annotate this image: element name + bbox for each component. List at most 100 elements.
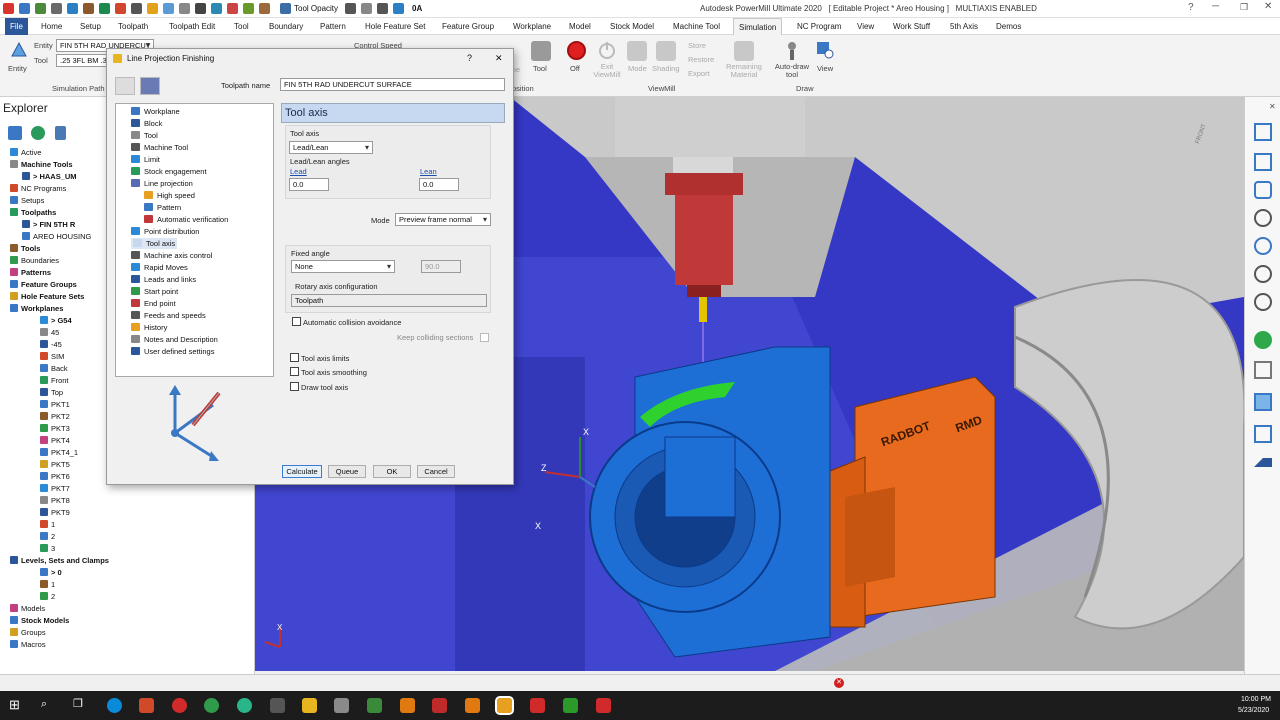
explorer-item[interactable]: Feature Groups xyxy=(10,279,77,290)
store-label[interactable]: Store xyxy=(688,41,706,50)
explorer-item[interactable]: PKT4 xyxy=(40,435,70,446)
tab-5th-axis[interactable]: 5th Axis xyxy=(945,18,983,35)
tab-pattern[interactable]: Pattern xyxy=(315,18,351,35)
explorer-item[interactable]: Patterns xyxy=(10,267,51,278)
explorer-item[interactable]: PKT6 xyxy=(40,471,70,482)
featurecam-icon[interactable] xyxy=(400,698,415,713)
tool-axis-limits-label[interactable]: Tool axis limits xyxy=(301,354,349,363)
help-icon[interactable]: ? xyxy=(1188,2,1194,13)
rotary-axis-input[interactable]: Toolpath xyxy=(291,294,487,307)
tool-button-icon[interactable] xyxy=(531,41,551,61)
exit-viewmill-label[interactable]: Exit ViewMill xyxy=(592,63,622,79)
view-label[interactable]: View xyxy=(817,64,833,73)
dialog-tree-item[interactable]: Leads and links xyxy=(131,274,196,285)
quick-access-icon[interactable] xyxy=(227,3,238,14)
folder-icon[interactable] xyxy=(302,698,317,713)
restore-label[interactable]: Restore xyxy=(688,55,714,64)
quick-access-icon[interactable] xyxy=(179,3,190,14)
quick-access-icon[interactable] xyxy=(393,3,404,14)
viewmill-off-label[interactable]: Off xyxy=(570,64,580,73)
skype-icon[interactable] xyxy=(107,698,122,713)
view-rotate-icon[interactable] xyxy=(1254,181,1272,199)
auto-draw-tool-icon[interactable] xyxy=(785,41,799,61)
explorer-item[interactable]: PKT4_1 xyxy=(40,447,78,458)
explorer-item[interactable]: Stock Models xyxy=(10,615,69,626)
draw-tool-axis-label[interactable]: Draw tool axis xyxy=(301,383,348,392)
app-icon[interactable] xyxy=(367,698,382,713)
quick-access-icon[interactable] xyxy=(115,3,126,14)
dialog-tree-item-selected[interactable]: Tool axis xyxy=(131,238,178,249)
quick-access-icon[interactable] xyxy=(211,3,222,14)
dialog-tree-item[interactable]: User defined settings xyxy=(131,346,214,357)
app-icon[interactable] xyxy=(432,698,447,713)
shade-icon[interactable] xyxy=(1254,331,1272,349)
toolpath-name-input[interactable]: FIN 5TH RAD UNDERCUT SURFACE xyxy=(280,78,505,91)
close-button[interactable]: ✕ xyxy=(1264,1,1272,12)
tool-select[interactable]: .25 3FL BM .32 xyxy=(56,54,110,67)
calculator-icon[interactable] xyxy=(270,698,285,713)
vivaldi-icon[interactable] xyxy=(172,698,187,713)
quick-access-icon[interactable] xyxy=(19,3,30,14)
explorer-item[interactable]: PKT2 xyxy=(40,411,70,422)
shading-label[interactable]: Shading xyxy=(652,64,680,73)
dialog-tree-item[interactable]: Machine axis control xyxy=(131,250,212,261)
tab-toolpath[interactable]: Toolpath xyxy=(113,18,153,35)
app-icon[interactable] xyxy=(563,698,578,713)
explorer-item[interactable]: Boundaries xyxy=(10,255,59,266)
tab-file[interactable]: File xyxy=(5,18,28,35)
powermill-icon[interactable] xyxy=(495,696,514,715)
mode-icon[interactable] xyxy=(627,41,647,61)
auto-draw-tool-label[interactable]: Auto-draw tool xyxy=(772,63,812,79)
clock-date[interactable]: 5/23/2020 xyxy=(1238,707,1269,714)
refresh-icon[interactable] xyxy=(1254,237,1272,255)
tab-setup[interactable]: Setup xyxy=(75,18,106,35)
dialog-tree-item[interactable]: Automatic verification xyxy=(144,214,228,225)
zoom-out-icon[interactable] xyxy=(1254,293,1272,311)
tab-feature-group[interactable]: Feature Group xyxy=(437,18,499,35)
ok-button[interactable]: OK xyxy=(373,465,411,478)
quick-access-icon[interactable] xyxy=(147,3,158,14)
featurecam-icon[interactable] xyxy=(465,698,480,713)
dialog-tree-item[interactable]: Point distribution xyxy=(131,226,199,237)
tab-simulation[interactable]: Simulation xyxy=(733,18,783,35)
explorer-item[interactable]: PKT1 xyxy=(40,399,70,410)
lead-input[interactable]: 0.0 xyxy=(289,178,329,191)
entity-button-label[interactable]: Entity xyxy=(8,64,27,73)
view-iso-icon[interactable] xyxy=(1254,123,1272,141)
remaining-material-icon[interactable] xyxy=(734,41,754,61)
explorer-item[interactable]: 45 xyxy=(40,327,59,338)
app-icon[interactable] xyxy=(139,698,154,713)
quick-access-icon[interactable] xyxy=(259,3,270,14)
dialog-help-button[interactable]: ? xyxy=(467,53,472,63)
lead-label[interactable]: Lead xyxy=(290,167,307,176)
explorer-item[interactable]: PKT9 xyxy=(40,507,70,518)
explorer-item[interactable]: Top xyxy=(40,387,63,398)
app-icon[interactable] xyxy=(530,698,545,713)
explorer-item[interactable]: 2 xyxy=(40,531,55,542)
tab-model[interactable]: Model xyxy=(564,18,596,35)
exit-viewmill-icon[interactable] xyxy=(597,40,617,60)
export-label[interactable]: Export xyxy=(688,69,710,78)
explorer-item[interactable]: 1 xyxy=(40,579,55,590)
restore-button[interactable]: ❐ xyxy=(1240,2,1248,13)
explorer-item[interactable]: Groups xyxy=(10,627,46,638)
dialog-tree-item[interactable]: History xyxy=(131,322,167,333)
tool-axis-limits-checkbox[interactable] xyxy=(290,353,299,362)
explorer-item[interactable]: PKT8 xyxy=(40,495,70,506)
dialog-tree-item[interactable]: Tool xyxy=(131,130,158,141)
explorer-item[interactable]: Active xyxy=(10,147,41,158)
dialog-tree-item[interactable]: Feeds and speeds xyxy=(131,310,206,321)
explorer-item[interactable]: Machine Tools xyxy=(10,159,73,170)
app-icon[interactable] xyxy=(237,698,252,713)
dialog-tree-item[interactable]: Workplane xyxy=(131,106,180,117)
viewmill-off-icon[interactable] xyxy=(567,41,586,60)
tool-axis-smoothing-checkbox[interactable] xyxy=(290,367,299,376)
explorer-item[interactable]: Levels, Sets and Clamps xyxy=(10,555,109,566)
quick-access-icon[interactable] xyxy=(345,3,356,14)
explorer-item[interactable]: Workplanes xyxy=(10,303,63,314)
explorer-item[interactable]: 3 xyxy=(40,543,55,554)
dialog-tree-item[interactable]: Pattern xyxy=(144,202,181,213)
tool-opacity-icon[interactable] xyxy=(280,3,291,14)
select-icon[interactable] xyxy=(1254,425,1272,443)
dialog-close-button[interactable]: ✕ xyxy=(495,53,503,64)
